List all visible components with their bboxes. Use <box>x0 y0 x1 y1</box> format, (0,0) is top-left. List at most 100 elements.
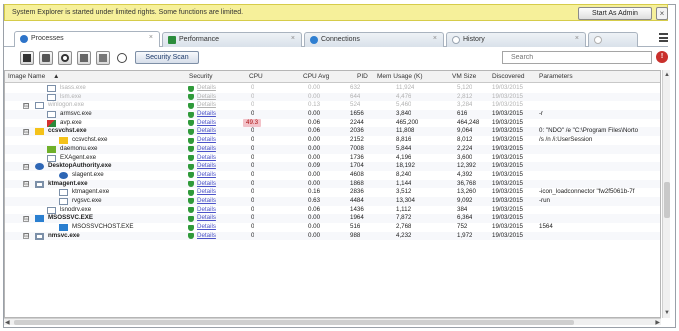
tab-performance[interactable]: Performance × <box>162 32 302 47</box>
process-row[interactable]: ⊟ ktmagent.exe Details 0 0.00 1868 1,144 36,768… <box>5 179 660 189</box>
security-details-link[interactable]: Details <box>197 197 216 206</box>
tab-close-icon[interactable]: × <box>149 34 153 41</box>
col-image-name[interactable]: Image Name <box>8 73 45 80</box>
cpu-avg-value: 0.00 <box>308 179 321 187</box>
col-security[interactable]: Security <box>189 73 212 80</box>
process-row[interactable]: lsm.exe Details 0 0.00 644 4,476 2,812 19/03/20… <box>5 92 660 102</box>
search-input[interactable] <box>503 52 651 63</box>
security-details-link[interactable]: Details <box>197 84 216 93</box>
security-details-link[interactable]: Details <box>197 171 216 180</box>
security-details-link[interactable]: Details <box>197 145 216 154</box>
performance-icon <box>168 36 176 44</box>
process-row[interactable]: ccsvchst.exe Details 0 0.00 2152 8,816 8,012 19… <box>5 136 660 145</box>
process-row[interactable]: ⊟ ccsvchst.exe Details 0 0.06 2036 11,808 9,064… <box>5 127 660 137</box>
process-row[interactable]: ⊟ DesktopAuthority.exe Details 0 0.09 1704 18,… <box>5 162 660 171</box>
cpu-avg-value: 0.09 <box>308 162 321 170</box>
cpu-value: 0 <box>251 196 255 204</box>
tab-connections[interactable]: Connections × <box>304 32 444 47</box>
collapse-toggle-icon[interactable]: ⊟ <box>23 128 29 135</box>
security-details-link[interactable]: Details <box>197 162 216 171</box>
scroll-right-icon[interactable]: ▶ <box>655 319 660 326</box>
cpu-value: 0 <box>251 144 255 152</box>
vertical-scrollbar[interactable]: ▲ ▼ <box>662 70 670 318</box>
security-details-link[interactable]: Details <box>197 223 216 232</box>
tree-view-button[interactable] <box>77 51 91 65</box>
process-row[interactable]: ⊟ MSOSSVC.EXE Details 0 0.00 1964 7,872 6,364 19… <box>5 214 660 223</box>
cpu-value: 0 <box>251 92 255 100</box>
cpu-value: 0 <box>251 179 255 187</box>
col-discovered[interactable]: Discovered <box>492 73 525 80</box>
security-details-link[interactable]: Details <box>197 214 216 223</box>
process-row[interactable]: armsvc.exe Details 0 0.00 1656 3,840 616 19/03/… <box>5 110 660 119</box>
security-details-link[interactable]: Details <box>197 206 216 215</box>
collapse-toggle-icon[interactable]: ⊟ <box>23 102 29 109</box>
process-row[interactable]: MSOSSVCHOST.EXE Details 0 0.00 516 2,768 752 19… <box>5 223 660 232</box>
collapse-toggle-icon[interactable]: ⊟ <box>23 163 29 170</box>
security-details-link[interactable]: Details <box>197 136 216 145</box>
col-cpu-avg[interactable]: CPU Avg <box>303 73 329 80</box>
process-row[interactable]: ktmagent.exe Details 0 0.16 2836 3,512 13,260 1… <box>5 188 660 197</box>
shield-icon <box>188 94 194 101</box>
search-box[interactable] <box>502 51 652 64</box>
process-row[interactable]: ⊟ nmsvc.exe Details 0 0.00 988 4,232 1,972 19/03… <box>5 231 660 241</box>
tab-close-icon[interactable]: × <box>575 35 579 42</box>
parameters-value: 1564 <box>539 223 553 230</box>
find-button[interactable] <box>58 51 72 65</box>
search-alert-icon[interactable]: ! <box>656 51 668 63</box>
col-mem-usage[interactable]: Mem Usage (K) <box>377 73 423 80</box>
process-row[interactable]: daemonu.exe Details 0 0.00 7008 5,844 2,224 19/… <box>5 144 660 154</box>
col-vm-size[interactable]: VM Size <box>452 73 476 80</box>
security-details-link[interactable]: Details <box>197 101 216 110</box>
vm-size-value: 12,392 <box>457 162 476 170</box>
security-details-link[interactable]: Details <box>197 119 216 128</box>
tab-new[interactable] <box>588 32 638 47</box>
security-details-link[interactable]: Details <box>197 154 216 163</box>
process-row[interactable]: lsnodrv.exe Details 0 0.06 1436 1,112 384 19/03… <box>5 206 660 215</box>
tab-close-icon[interactable]: × <box>291 35 295 42</box>
tab-processes[interactable]: Processes × <box>14 31 160 47</box>
close-notice-button[interactable]: × <box>656 7 668 20</box>
collapse-toggle-icon[interactable]: ⊟ <box>23 181 29 188</box>
process-row[interactable]: EXAgent.exe Details 0 0.00 1736 4,196 3,600 19/… <box>5 154 660 163</box>
scroll-down-icon[interactable]: ▼ <box>664 310 670 316</box>
start-as-admin-button[interactable]: Start As Admin <box>578 7 652 20</box>
security-details-link[interactable]: Details <box>197 93 216 102</box>
process-view-button[interactable] <box>20 51 34 65</box>
tab-history[interactable]: History × <box>446 32 586 47</box>
process-window-icon <box>47 111 56 119</box>
shield-icon <box>188 224 194 231</box>
process-row[interactable]: lsass.exe Details 0 0.00 632 11,924 5,120 19/03… <box>5 84 660 93</box>
security-details-link[interactable]: Details <box>197 127 216 136</box>
cpu-value: 0 <box>251 231 255 239</box>
process-row[interactable]: avp.exe Details 49.3 0.06 2244 465,200 464,248… <box>5 118 660 128</box>
horizontal-scrollbar[interactable]: ◀ ▶ <box>4 318 661 326</box>
security-details-link[interactable]: Details <box>197 110 216 119</box>
col-cpu[interactable]: CPU <box>249 73 263 80</box>
properties-button[interactable] <box>96 51 110 65</box>
crosshair-target-icon[interactable] <box>117 53 127 63</box>
hamburger-menu-icon[interactable] <box>659 33 668 42</box>
shield-icon <box>188 137 194 144</box>
security-scan-button[interactable]: Security Scan <box>135 51 199 64</box>
process-name: lsnodrv.exe <box>60 205 92 213</box>
scroll-up-icon[interactable]: ▲ <box>664 72 670 78</box>
vertical-scroll-thumb[interactable] <box>664 182 670 218</box>
tab-close-icon[interactable]: × <box>433 35 437 42</box>
scroll-left-icon[interactable]: ◀ <box>5 319 10 326</box>
col-parameters[interactable]: Parameters <box>539 73 573 80</box>
security-details-link[interactable]: Details <box>197 188 216 197</box>
cpu-value: 0 <box>251 101 255 109</box>
pid-value: 4608 <box>350 170 364 178</box>
security-details-link[interactable]: Details <box>197 232 216 241</box>
security-details-link[interactable]: Details <box>197 180 216 189</box>
pid-value: 1656 <box>350 110 364 118</box>
module-view-button[interactable] <box>39 51 53 65</box>
collapse-toggle-icon[interactable]: ⊟ <box>23 233 29 240</box>
process-row[interactable]: rvgsvc.exe Details 0 0.63 4484 13,304 9,092 19/… <box>5 196 660 206</box>
col-pid[interactable]: PID <box>357 73 368 80</box>
process-window-icon <box>47 154 56 162</box>
process-row[interactable]: slagent.exe Details 0 0.00 4608 8,240 4,392 19/… <box>5 171 660 180</box>
process-row[interactable]: ⊟ winlogon.exe Details 0 0.13 524 5,460 3,284 19… <box>5 101 660 110</box>
collapse-toggle-icon[interactable]: ⊟ <box>23 215 29 222</box>
horizontal-scroll-thumb[interactable] <box>14 320 574 325</box>
